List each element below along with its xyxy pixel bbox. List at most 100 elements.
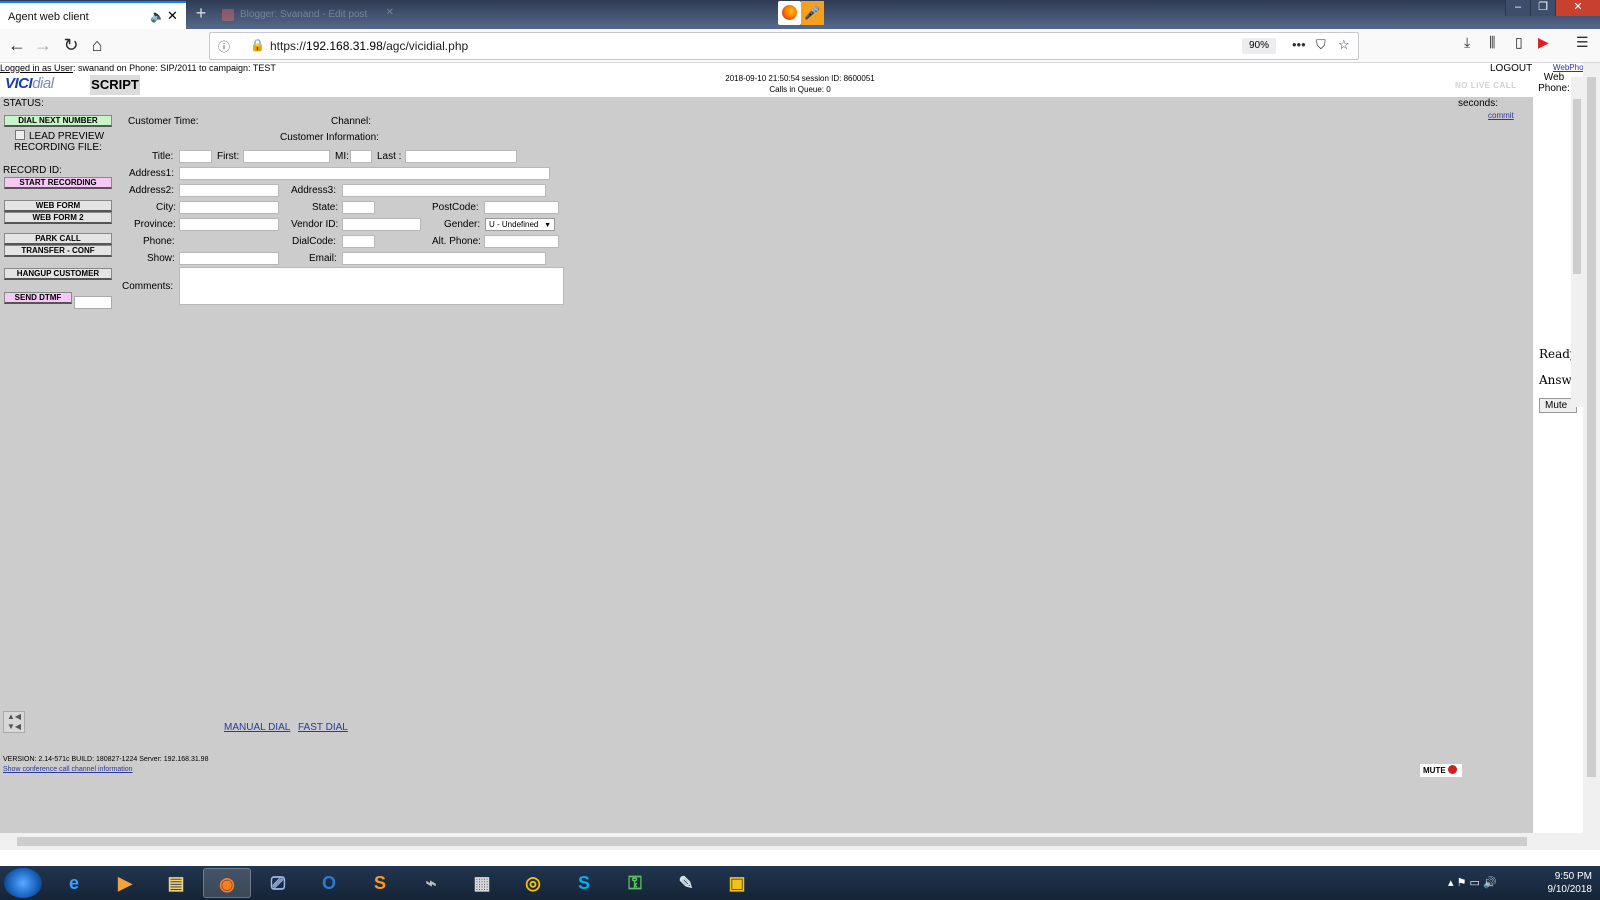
sticky-app-icon[interactable]: ▣	[713, 868, 761, 898]
lead-preview-checkbox[interactable]: LEAD PREVIEW	[15, 130, 104, 142]
close-window-button[interactable]: ✕	[1555, 0, 1600, 16]
menu-icon[interactable]: ☰	[1576, 34, 1589, 51]
vendor-id-label: Vendor ID:	[291, 219, 339, 230]
floating-toolbar: 🎤	[778, 0, 824, 26]
lock-warning-icon[interactable]: 🔒	[250, 38, 265, 52]
notepad-icon[interactable]: ✎	[662, 868, 710, 898]
more-actions-icon[interactable]: •••	[1292, 37, 1306, 52]
pocket-icon[interactable]: ⛉	[1316, 37, 1326, 53]
library-icon[interactable]: ⫼	[1489, 34, 1495, 51]
windows-taskbar: e ▶ ▤ ◉ ⎚ O S ⌁ ▦ ◎ S ⚿ ✎ ▣ ▴ ⚑ ▭ 🔊 9:50…	[0, 866, 1600, 900]
clock[interactable]: 9:50 PM 9/10/2018	[1548, 870, 1593, 896]
web-form-button[interactable]: WEB FORM	[4, 200, 112, 212]
remote-desktop-icon[interactable]: ⎚	[254, 868, 302, 898]
media-player-icon[interactable]: ▶	[101, 868, 149, 898]
fast-dial-link[interactable]: FAST DIAL	[298, 722, 348, 733]
script-tab[interactable]: SCRIPT	[90, 75, 140, 95]
speaker-icon[interactable]: 🔈	[150, 9, 165, 23]
info-icon[interactable]: ⓘ	[218, 38, 230, 55]
youtube-icon[interactable]: ▶	[1538, 34, 1549, 51]
outlook-icon[interactable]: O	[305, 868, 353, 898]
city-field[interactable]	[179, 201, 279, 214]
firefox-icon[interactable]	[778, 1, 801, 25]
close-tab-icon[interactable]: ✕	[386, 7, 394, 18]
park-call-button[interactable]: PARK CALL	[4, 233, 112, 245]
tab-agent-web-client[interactable]: Agent web client 🔈 ✕	[0, 1, 186, 29]
usb-tool-icon[interactable]: ⌁	[407, 868, 455, 898]
reload-icon[interactable]: ↻	[58, 33, 84, 59]
webphone-scrollbar[interactable]	[1571, 77, 1583, 407]
sidebar-icon[interactable]: ▯	[1515, 34, 1523, 51]
close-tab-icon[interactable]: ✕	[167, 8, 178, 24]
firefox-taskbar-icon[interactable]: ◉	[203, 868, 251, 898]
minimize-button[interactable]: –	[1505, 0, 1530, 16]
conference-info-link[interactable]: Show conference call channel information	[3, 766, 133, 773]
hangup-customer-button[interactable]: HANGUP CUSTOMER	[4, 268, 112, 280]
first-name-field[interactable]	[243, 150, 330, 163]
logout-link[interactable]: LOGOUT	[1490, 63, 1532, 74]
bookmark-star-icon[interactable]: ☆	[1338, 37, 1350, 53]
start-recording-button[interactable]: START RECORDING	[4, 177, 112, 189]
system-tray-icons[interactable]: ▴ ⚑ ▭ 🔊	[1448, 876, 1497, 889]
mi-label: MI:	[335, 151, 349, 162]
state-field[interactable]	[342, 201, 375, 214]
tab-blogger[interactable]: Blogger: Svanand - Edit post ✕	[214, 4, 404, 26]
volume-control-icon[interactable]: ▲◀ ▼◀	[3, 711, 25, 733]
vendor-id-field[interactable]	[342, 218, 421, 231]
web-phone-label: Web Phone:	[1538, 72, 1570, 94]
chevron-down-icon: ▼	[544, 222, 551, 229]
address3-field[interactable]	[342, 184, 546, 197]
dtmf-input[interactable]	[74, 296, 112, 309]
show-field[interactable]	[179, 252, 279, 265]
gender-label: Gender:	[444, 219, 481, 230]
city-label: City:	[156, 202, 176, 213]
zoom-level[interactable]: 90%	[1242, 38, 1276, 54]
page-vertical-scrollbar[interactable]	[1583, 63, 1600, 833]
forward-icon[interactable]: →	[30, 33, 56, 59]
email-field[interactable]	[342, 252, 546, 265]
checkbox-icon[interactable]	[15, 130, 25, 140]
web-form-2-button[interactable]: WEB FORM 2	[4, 212, 112, 224]
send-dtmf-button[interactable]: SEND DTMF	[4, 292, 72, 304]
internet-explorer-icon[interactable]: e	[50, 868, 98, 898]
address2-label: Address2:	[129, 185, 175, 196]
mute-speaker-icon	[1447, 765, 1457, 774]
datetime-session: 2018-09-10 21:50:54 session ID: 8600051	[725, 74, 875, 83]
last-name-field[interactable]	[405, 150, 517, 163]
webphone-panel: WebPho Web Phone: Ready Answe Mute	[1533, 63, 1584, 833]
file-explorer-icon[interactable]: ▤	[152, 868, 200, 898]
first-label: First:	[217, 151, 240, 162]
address1-field[interactable]	[179, 167, 550, 180]
mute-button[interactable]: MUTE	[1420, 764, 1462, 777]
url-bar[interactable]: ⓘ 🔒 https://192.168.31.98/agc/vicidial.p…	[209, 32, 1359, 60]
comments-textarea[interactable]	[179, 267, 564, 305]
dial-next-number-button[interactable]: DIAL NEXT NUMBER	[4, 115, 112, 127]
dialcode-field[interactable]	[342, 235, 375, 248]
vpn-lock-icon[interactable]: ⚿	[611, 868, 659, 898]
tab-title: Blogger: Svanand - Edit post	[240, 9, 368, 20]
download-icon[interactable]: ⤓	[1464, 34, 1470, 51]
manual-dial-link[interactable]: MANUAL DIAL	[224, 722, 290, 733]
title-field[interactable]	[179, 150, 212, 163]
province-field[interactable]	[179, 218, 279, 231]
transfer-conf-button[interactable]: TRANSFER - CONF	[4, 245, 112, 257]
sublime-text-icon[interactable]: S	[356, 868, 404, 898]
url-text[interactable]: https://192.168.31.98/agc/vicidial.php	[270, 39, 468, 53]
restore-button[interactable]: ❐	[1530, 0, 1555, 16]
alt-phone-field[interactable]	[484, 235, 559, 248]
new-tab-button[interactable]: +	[191, 3, 211, 25]
gender-select[interactable]: U - Undefined ▼	[485, 218, 555, 231]
microphone-icon[interactable]: 🎤	[801, 1, 824, 25]
home-icon[interactable]: ⌂	[84, 33, 110, 59]
page-horizontal-scrollbar[interactable]	[0, 833, 1600, 850]
calculator-icon[interactable]: ▦	[458, 868, 506, 898]
address2-field[interactable]	[179, 184, 279, 197]
postcode-field[interactable]	[484, 201, 559, 214]
back-icon[interactable]: ←	[4, 33, 30, 59]
skype-icon[interactable]: S	[560, 868, 608, 898]
chrome-icon[interactable]: ◎	[509, 868, 557, 898]
webphone-link[interactable]: WebPho	[1553, 63, 1584, 72]
mi-field[interactable]	[350, 150, 372, 163]
start-button[interactable]	[4, 868, 42, 898]
commit-link[interactable]: commit	[1488, 111, 1514, 120]
